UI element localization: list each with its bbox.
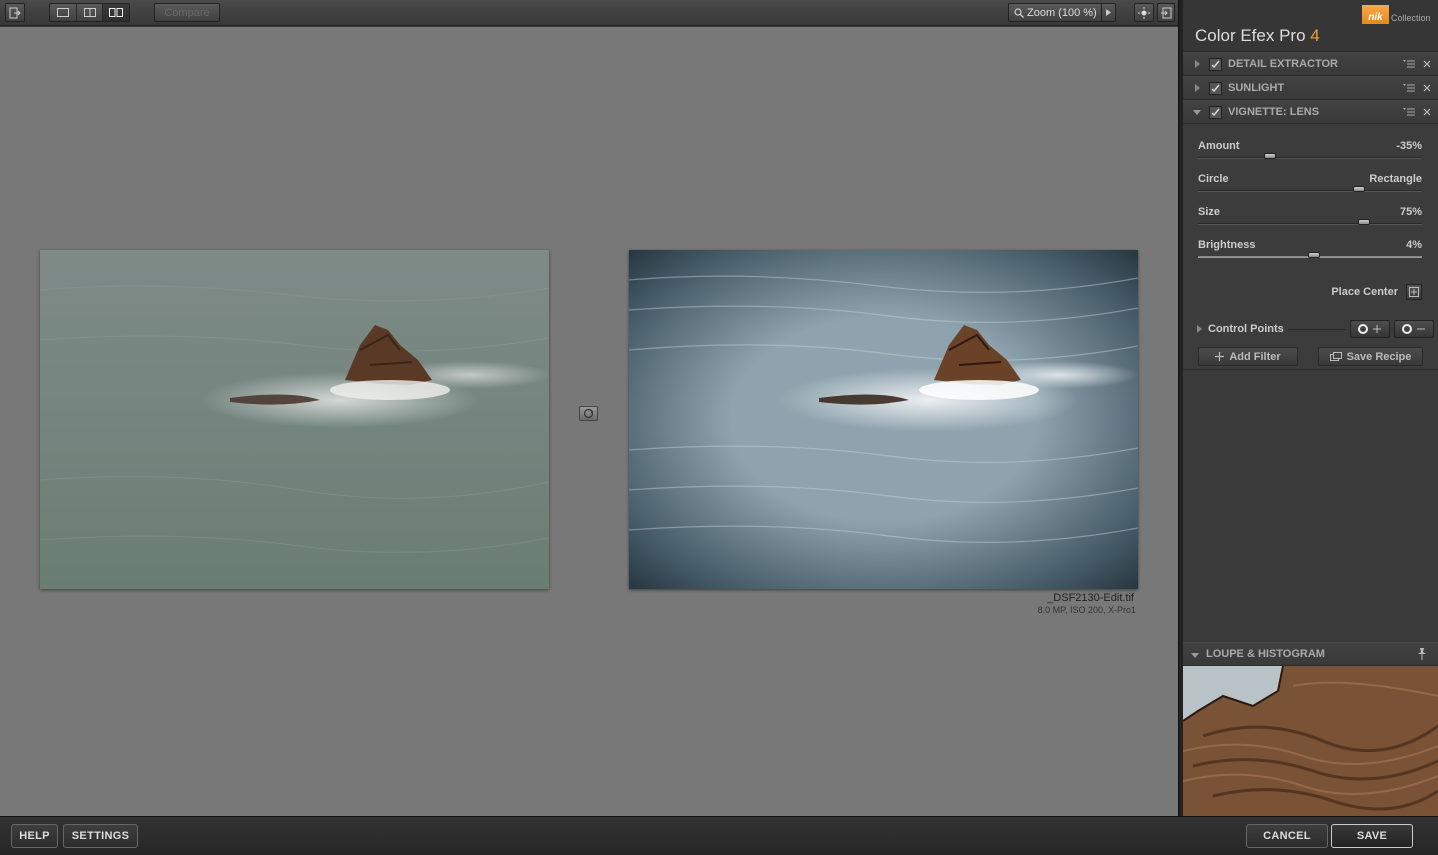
collection-label: Collection bbox=[1391, 13, 1431, 23]
nik-logo: nik bbox=[1362, 5, 1389, 24]
loupe-title: LOUPE & HISTOGRAM bbox=[1206, 648, 1325, 660]
app-name: Color Efex Pro bbox=[1195, 26, 1311, 45]
cancel-button[interactable]: CANCEL bbox=[1246, 824, 1328, 848]
magnifier-icon bbox=[1014, 7, 1024, 18]
side-by-side-view-button[interactable] bbox=[103, 4, 130, 21]
bottom-bar: HELP SETTINGS CANCEL SAVE bbox=[0, 816, 1438, 855]
recipe-icon bbox=[1329, 352, 1342, 361]
filter-enabled-checkbox[interactable] bbox=[1209, 105, 1222, 119]
shape-slider[interactable]: Circle Rectangle bbox=[1198, 173, 1422, 203]
zoom-control[interactable]: Zoom (100 %) bbox=[1008, 3, 1116, 22]
view-mode-group bbox=[49, 3, 130, 22]
before-image bbox=[40, 250, 549, 589]
slider-label: Size bbox=[1198, 206, 1221, 218]
file-metadata: 8.0 MP, ISO 200, X-Pro1 bbox=[1037, 605, 1136, 615]
fullscreen-icon[interactable] bbox=[1157, 3, 1175, 22]
exit-icon[interactable] bbox=[5, 3, 25, 22]
app-version: 4 bbox=[1310, 26, 1320, 45]
slider-label: Circle bbox=[1198, 173, 1229, 185]
split-view-button[interactable] bbox=[77, 4, 104, 21]
expand-arrow-icon[interactable] bbox=[1191, 84, 1203, 92]
expand-arrow-icon[interactable] bbox=[1191, 60, 1203, 68]
pin-icon[interactable] bbox=[1414, 648, 1430, 660]
slider-thumb[interactable] bbox=[1357, 219, 1370, 225]
slider-thumb[interactable] bbox=[1308, 252, 1321, 258]
expand-arrow-icon[interactable] bbox=[1197, 320, 1205, 338]
slider-thumb[interactable] bbox=[1263, 153, 1276, 159]
filter-menu-icon[interactable] bbox=[1402, 81, 1416, 95]
filter-name: VIGNETTE: LENS bbox=[1228, 106, 1320, 118]
slider-label: Brightness bbox=[1198, 239, 1256, 251]
filter-enabled-checkbox[interactable] bbox=[1209, 57, 1222, 71]
slider-track[interactable] bbox=[1198, 190, 1422, 192]
add-filter-button[interactable]: Add Filter bbox=[1198, 347, 1298, 366]
collapse-arrow-icon[interactable] bbox=[1191, 109, 1203, 115]
top-toolbar: Compare Zoom (100 %) bbox=[0, 0, 1180, 26]
color-efex-window: Compare Zoom (100 %) _DSF2130-Edit.tif 8… bbox=[0, 0, 1438, 855]
slider-value: 4% bbox=[1406, 239, 1422, 251]
filter-menu-icon[interactable] bbox=[1402, 57, 1416, 71]
swap-views-icon[interactable] bbox=[579, 406, 598, 421]
place-center-control[interactable]: Place Center bbox=[1331, 284, 1422, 300]
remove-filter-icon[interactable] bbox=[1420, 81, 1434, 95]
slider-value: Rectangle bbox=[1369, 173, 1422, 185]
vignette-controls: Amount -35% Circle Rectangle Size 75% Br… bbox=[1183, 124, 1438, 370]
app-title: Color Efex Pro 4 bbox=[1195, 26, 1320, 46]
save-recipe-button[interactable]: Save Recipe bbox=[1318, 347, 1423, 366]
loupe-preview bbox=[1183, 666, 1438, 816]
slider-label: Amount bbox=[1198, 140, 1240, 152]
slider-track[interactable] bbox=[1198, 223, 1422, 225]
file-name: _DSF2130-Edit.tif bbox=[1047, 592, 1134, 604]
save-button[interactable]: SAVE bbox=[1331, 824, 1413, 848]
panel-header: nik Collection Color Efex Pro 4 bbox=[1183, 0, 1438, 52]
slider-value: -35% bbox=[1396, 140, 1422, 152]
zoom-arrow-icon[interactable] bbox=[1101, 4, 1115, 21]
add-control-point-button[interactable] bbox=[1350, 320, 1390, 338]
plus-icon bbox=[1215, 352, 1225, 361]
filter-menu-icon[interactable] bbox=[1402, 105, 1416, 119]
after-image bbox=[629, 250, 1138, 589]
settings-button[interactable]: SETTINGS bbox=[63, 824, 138, 848]
filter-name: SUNLIGHT bbox=[1228, 82, 1285, 94]
filter-row-vignette-lens[interactable]: VIGNETTE: LENS bbox=[1183, 100, 1438, 124]
add-filter-label: Add Filter bbox=[1229, 350, 1281, 363]
loupe-histogram-header[interactable]: LOUPE & HISTOGRAM bbox=[1183, 642, 1438, 666]
control-points-label: Control Points bbox=[1208, 323, 1284, 335]
filter-row-detail-extractor[interactable]: DETAIL EXTRACTOR bbox=[1183, 52, 1438, 76]
slider-thumb[interactable] bbox=[1353, 186, 1366, 192]
place-center-icon[interactable] bbox=[1406, 284, 1422, 300]
filter-row-sunlight[interactable]: SUNLIGHT bbox=[1183, 76, 1438, 100]
slider-track[interactable] bbox=[1198, 157, 1422, 159]
place-center-label: Place Center bbox=[1331, 286, 1398, 298]
collapse-arrow-icon[interactable] bbox=[1191, 645, 1201, 663]
preview-canvas: _DSF2130-Edit.tif 8.0 MP, ISO 200, X-Pro… bbox=[0, 27, 1180, 816]
compare-button[interactable]: Compare bbox=[154, 3, 220, 22]
amount-slider[interactable]: Amount -35% bbox=[1198, 140, 1422, 170]
remove-control-point-button[interactable] bbox=[1394, 320, 1434, 338]
filter-panel: nik Collection Color Efex Pro 4 DETAIL E… bbox=[1183, 0, 1438, 816]
size-slider[interactable]: Size 75% bbox=[1198, 206, 1422, 236]
remove-filter-icon[interactable] bbox=[1420, 105, 1434, 119]
divider bbox=[1287, 328, 1346, 330]
control-points-row[interactable]: Control Points bbox=[1183, 317, 1438, 341]
remove-filter-icon[interactable] bbox=[1420, 57, 1434, 71]
background-brightness-icon[interactable] bbox=[1134, 3, 1154, 22]
zoom-label: Zoom (100 %) bbox=[1027, 6, 1097, 19]
single-view-button[interactable] bbox=[50, 4, 77, 21]
save-recipe-label: Save Recipe bbox=[1346, 350, 1412, 363]
slider-value: 75% bbox=[1399, 206, 1422, 218]
help-button[interactable]: HELP bbox=[11, 824, 58, 848]
brightness-slider[interactable]: Brightness 4% bbox=[1198, 239, 1422, 269]
filter-enabled-checkbox[interactable] bbox=[1209, 81, 1222, 95]
filter-name: DETAIL EXTRACTOR bbox=[1228, 58, 1339, 70]
